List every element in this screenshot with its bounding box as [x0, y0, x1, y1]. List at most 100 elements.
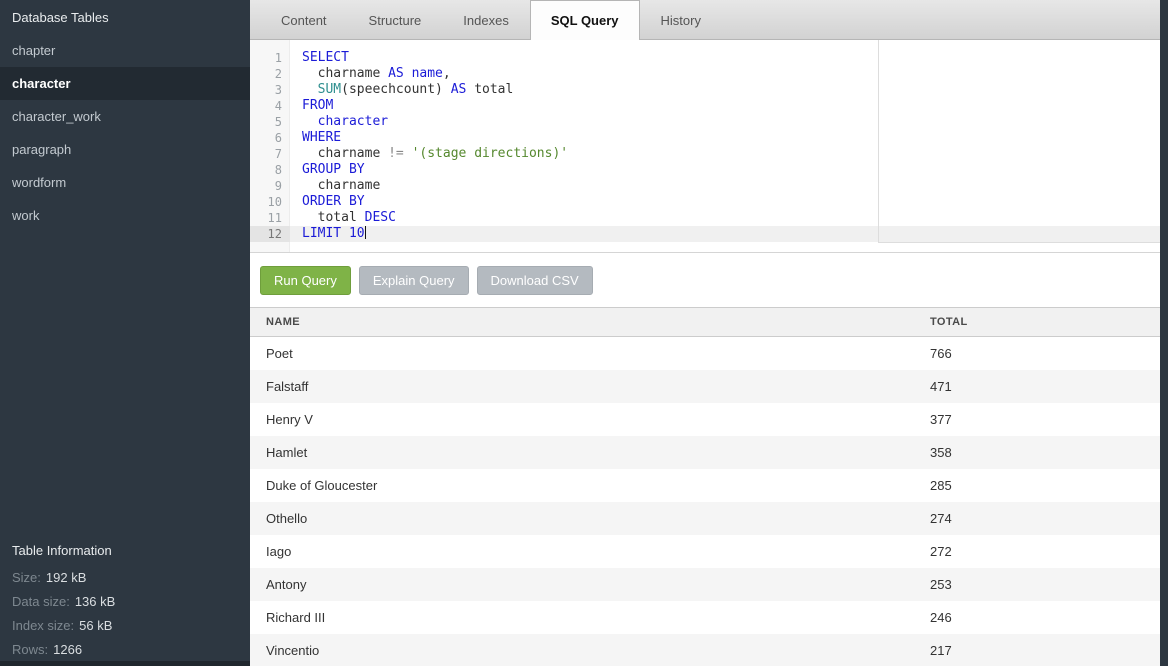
tab-history[interactable]: History: [640, 0, 722, 39]
result-total: 377: [914, 403, 1168, 436]
query-toolbar: Run Query Explain Query Download CSV: [250, 253, 1168, 307]
sidebar-item-paragraph[interactable]: paragraph: [0, 133, 250, 166]
result-total: 285: [914, 469, 1168, 502]
result-name: Hamlet: [250, 436, 914, 469]
sidebar-item-character[interactable]: character: [0, 67, 250, 100]
result-total: 217: [914, 634, 1168, 666]
code-text: FROM: [290, 98, 1168, 114]
results-panel: NAME TOTAL Poet766Falstaff471Henry V377H…: [250, 307, 1168, 666]
explain-query-button[interactable]: Explain Query: [359, 266, 469, 295]
line-number: 1: [250, 50, 290, 66]
sidebar-header: Database Tables: [0, 0, 250, 34]
info-value: 1266: [53, 642, 82, 657]
result-name: Falstaff: [250, 370, 914, 403]
editor-line-10[interactable]: 10ORDER BY: [250, 194, 1168, 210]
editor-line-4[interactable]: 4FROM: [250, 98, 1168, 114]
info-row: Data size: 136 kB: [0, 589, 250, 613]
info-row: Size:192 kB: [0, 565, 250, 589]
code-text: GROUP BY: [290, 162, 1168, 178]
editor-line-1[interactable]: 1SELECT: [250, 50, 1168, 66]
result-total: 358: [914, 436, 1168, 469]
editor-line-9[interactable]: 9 charname: [250, 178, 1168, 194]
editor-line-2[interactable]: 2 charname AS name,: [250, 66, 1168, 82]
info-label: Rows:: [12, 642, 48, 657]
info-row: Index size: 56 kB: [0, 613, 250, 637]
download-csv-button[interactable]: Download CSV: [477, 266, 593, 295]
code-text: SELECT: [290, 50, 1168, 66]
result-name: Iago: [250, 535, 914, 568]
info-value: 192 kB: [46, 570, 86, 585]
code-text: SUM(speechcount) AS total: [290, 82, 1168, 98]
result-name: Duke of Gloucester: [250, 469, 914, 502]
editor-line-3[interactable]: 3 SUM(speechcount) AS total: [250, 82, 1168, 98]
table-row[interactable]: Poet766: [250, 337, 1168, 370]
info-value: 136 kB: [75, 594, 115, 609]
editor-line-6[interactable]: 6WHERE: [250, 130, 1168, 146]
table-row[interactable]: Iago272: [250, 535, 1168, 568]
editor-lines: 1SELECT2 charname AS name,3 SUM(speechco…: [250, 40, 1168, 242]
line-number: 5: [250, 114, 290, 130]
code-text: WHERE: [290, 130, 1168, 146]
table-row[interactable]: Richard III246: [250, 601, 1168, 634]
result-total: 766: [914, 337, 1168, 370]
main-panel: ContentStructureIndexesSQL QueryHistory …: [250, 0, 1168, 666]
result-name: Antony: [250, 568, 914, 601]
tab-structure[interactable]: Structure: [348, 0, 443, 39]
table-row[interactable]: Henry V377: [250, 403, 1168, 436]
tab-content[interactable]: Content: [260, 0, 348, 39]
line-number: 10: [250, 194, 290, 210]
table-row[interactable]: Othello274: [250, 502, 1168, 535]
info-label: Data size:: [12, 594, 70, 609]
line-number: 12: [250, 226, 290, 242]
result-total: 272: [914, 535, 1168, 568]
sidebar-bottom-divider: [0, 661, 250, 666]
editor-line-8[interactable]: 8GROUP BY: [250, 162, 1168, 178]
column-header-total: TOTAL: [914, 308, 1168, 337]
editor-line-7[interactable]: 7 charname != '(stage directions)': [250, 146, 1168, 162]
app-window: Database Tables chaptercharactercharacte…: [0, 0, 1168, 666]
result-name: Vincentio: [250, 634, 914, 666]
line-number: 11: [250, 210, 290, 226]
table-row[interactable]: Hamlet358: [250, 436, 1168, 469]
line-number: 9: [250, 178, 290, 194]
editor-vertical-divider: [878, 40, 879, 242]
info-label: Index size:: [12, 618, 74, 633]
editor-horizontal-divider: [878, 242, 1168, 243]
text-cursor: [365, 226, 366, 239]
tab-indexes[interactable]: Indexes: [442, 0, 530, 39]
table-row[interactable]: Vincentio217: [250, 634, 1168, 666]
result-name: Henry V: [250, 403, 914, 436]
info-value: 56 kB: [79, 618, 112, 633]
code-text: charname: [290, 178, 1168, 194]
result-total: 246: [914, 601, 1168, 634]
results-table: NAME TOTAL Poet766Falstaff471Henry V377H…: [250, 307, 1168, 666]
sql-editor[interactable]: 1SELECT2 charname AS name,3 SUM(speechco…: [250, 40, 1168, 253]
code-text: ORDER BY: [290, 194, 1168, 210]
sidebar-item-wordform[interactable]: wordform: [0, 166, 250, 199]
result-name: Othello: [250, 502, 914, 535]
result-total: 253: [914, 568, 1168, 601]
result-name: Poet: [250, 337, 914, 370]
sidebar-item-chapter[interactable]: chapter: [0, 34, 250, 67]
editor-line-11[interactable]: 11 total DESC: [250, 210, 1168, 226]
run-query-button[interactable]: Run Query: [260, 266, 351, 295]
table-row[interactable]: Duke of Gloucester285: [250, 469, 1168, 502]
code-text: charname AS name,: [290, 66, 1168, 82]
result-name: Richard III: [250, 601, 914, 634]
editor-line-5[interactable]: 5 character: [250, 114, 1168, 130]
line-number: 2: [250, 66, 290, 82]
right-edge-strip: [1160, 0, 1168, 666]
table-row[interactable]: Falstaff471: [250, 370, 1168, 403]
line-number: 6: [250, 130, 290, 146]
sidebar: Database Tables chaptercharactercharacte…: [0, 0, 250, 666]
tab-sql-query[interactable]: SQL Query: [530, 0, 640, 40]
table-list: chaptercharactercharacter_workparagraphw…: [0, 34, 250, 232]
code-text: charname != '(stage directions)': [290, 146, 1168, 162]
table-information-header: Table Information: [0, 535, 250, 565]
line-number: 3: [250, 82, 290, 98]
table-row[interactable]: Antony253: [250, 568, 1168, 601]
editor-line-12[interactable]: 12LIMIT 10: [250, 226, 1168, 242]
sidebar-item-character_work[interactable]: character_work: [0, 100, 250, 133]
table-information-panel: Table Information Size:192 kB Data size: 1…: [0, 535, 250, 661]
sidebar-item-work[interactable]: work: [0, 199, 250, 232]
